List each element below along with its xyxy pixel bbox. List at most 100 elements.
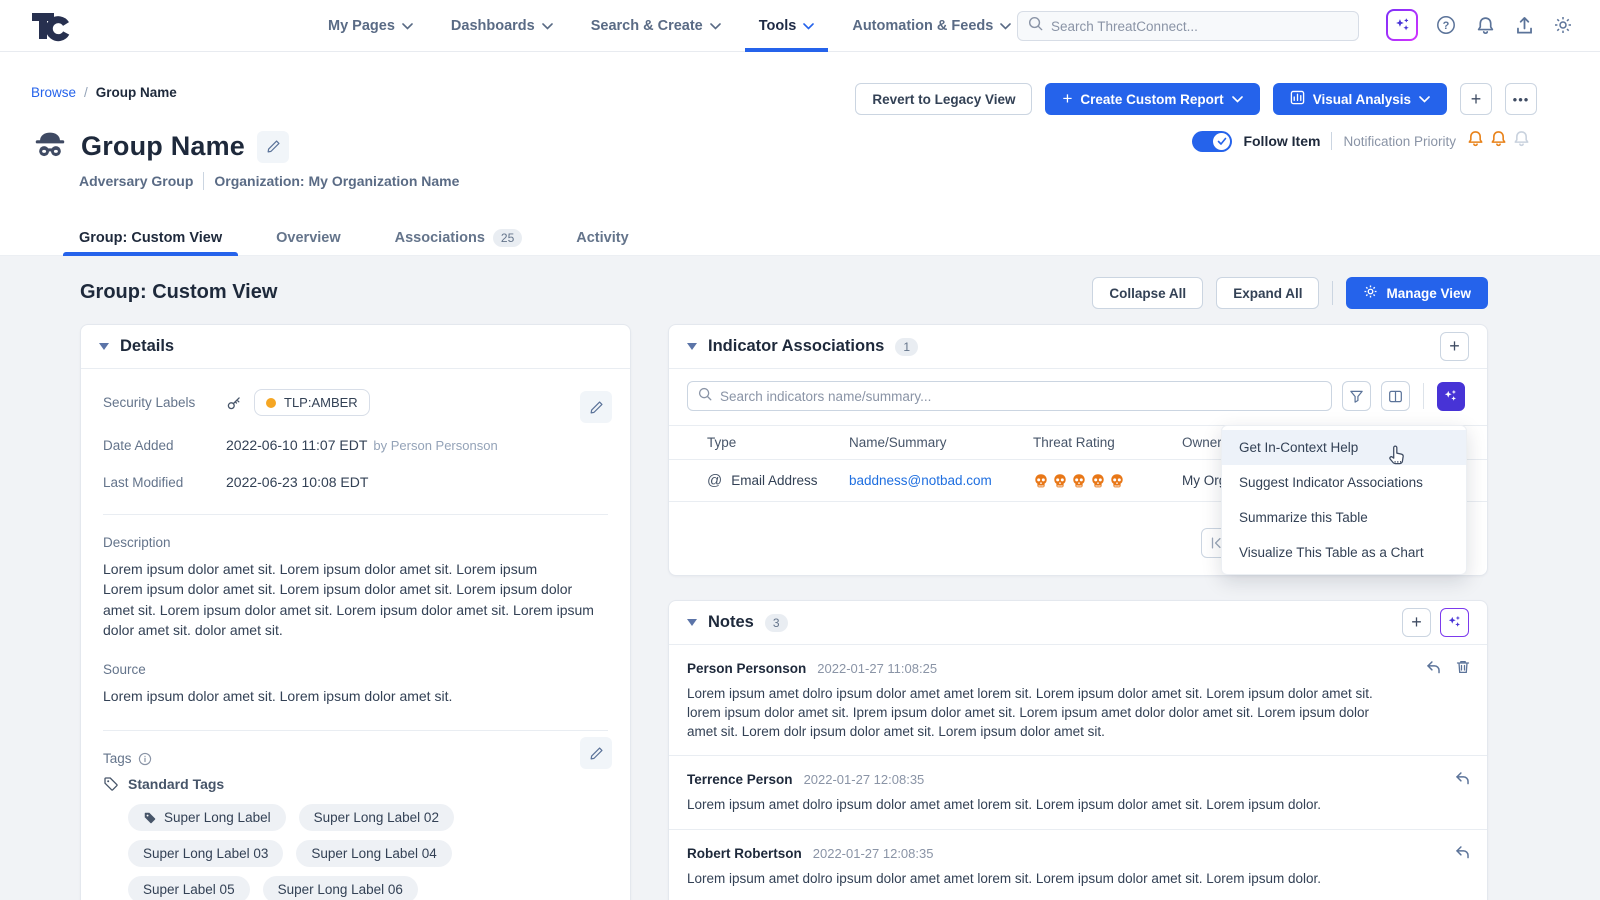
tag-pill[interactable]: Super Long Label 06 <box>263 876 418 900</box>
last-modified-value: 2022-06-23 10:08 EDT <box>226 474 368 490</box>
reply-button[interactable] <box>1454 770 1471 792</box>
skull-icon <box>1071 473 1087 489</box>
nav-my-pages[interactable]: My Pages <box>328 0 413 52</box>
plus-icon: + <box>1062 89 1072 109</box>
tag-pill[interactable]: Super Long Label 02 <box>299 804 454 831</box>
note-timestamp: 2022-01-27 11:08:25 <box>817 661 937 676</box>
ai-table-assist-button[interactable] <box>1437 382 1465 411</box>
priority-bell-icon[interactable] <box>1467 130 1484 152</box>
note-body: Lorem ipsum amet dolro ipsum dolor amet … <box>687 795 1387 814</box>
reply-button[interactable] <box>1454 844 1471 866</box>
notes-card-header: Notes 3 + <box>669 601 1487 645</box>
edit-title-button[interactable] <box>257 131 289 163</box>
follow-row: Follow Item Notification Priority <box>1192 130 1530 152</box>
note-body: Lorem ipsum amet dolro ipsum dolor amet … <box>687 869 1387 888</box>
nav-dashboards[interactable]: Dashboards <box>451 0 553 52</box>
collapse-triangle-icon[interactable] <box>687 619 697 626</box>
menu-item-get-in-context-help[interactable]: Get In-Context Help <box>1222 430 1466 465</box>
source-text: Lorem ipsum dolor amet sit. Lorem ipsum … <box>103 686 603 706</box>
settings-gear-icon[interactable] <box>1552 14 1574 36</box>
tab-overview[interactable]: Overview <box>260 220 357 255</box>
page-header: Browse / Group Name Revert to Legacy Vie… <box>0 52 1600 256</box>
note-author: Person Personson <box>687 661 806 676</box>
menu-item-suggest-indicator-associations[interactable]: Suggest Indicator Associations <box>1222 465 1466 500</box>
columns-button[interactable] <box>1381 381 1410 411</box>
details-card-title: Details <box>120 337 174 356</box>
indicator-link[interactable]: baddness@notbad.com <box>849 473 992 488</box>
ai-assistant-button[interactable] <box>1386 9 1418 41</box>
indicator-associations-title: Indicator Associations <box>708 337 884 356</box>
chart-icon <box>1290 90 1305 108</box>
tag-pill[interactable]: Super Long Label 03 <box>128 840 283 867</box>
breadcrumb-current: Group Name <box>96 85 177 100</box>
column-type[interactable]: Type <box>669 426 849 460</box>
source-label: Source <box>103 662 608 677</box>
visual-analysis-button[interactable]: Visual Analysis <box>1273 83 1447 115</box>
edit-tags-button[interactable] <box>580 737 612 769</box>
tab-associations[interactable]: Associations25 <box>379 220 539 255</box>
edit-security-labels-button[interactable] <box>580 391 612 423</box>
column-name-summary[interactable]: Name/Summary <box>849 426 1033 460</box>
priority-bell-icon[interactable] <box>1513 130 1530 152</box>
date-added-label: Date Added <box>103 438 226 453</box>
notes-card: Notes 3 + Person Personson 2022-01-27 11… <box>668 600 1488 900</box>
tag-pill[interactable]: Super Label 05 <box>128 876 250 900</box>
nav-search-create[interactable]: Search & Create <box>591 0 721 52</box>
create-custom-report-button[interactable]: + Create Custom Report <box>1045 83 1259 115</box>
date-added-value: 2022-06-10 11:07 EDT <box>226 437 367 453</box>
filter-button[interactable] <box>1342 381 1371 411</box>
collapse-triangle-icon[interactable] <box>99 343 109 350</box>
chevron-down-icon <box>542 23 553 30</box>
nav-automation-feeds[interactable]: Automation & Feeds <box>852 0 1011 52</box>
tab-group-custom-view[interactable]: Group: Custom View <box>63 220 238 255</box>
divider <box>103 730 608 731</box>
group-subtitle: Adversary Group Organization: My Organiz… <box>79 172 459 190</box>
threat-rating-skulls <box>1033 473 1182 489</box>
indicator-toolbar <box>669 369 1487 411</box>
collapse-all-button[interactable]: Collapse All <box>1092 277 1203 309</box>
global-search <box>1017 11 1359 41</box>
revert-legacy-view-button[interactable]: Revert to Legacy View <box>855 83 1032 115</box>
tag-pill[interactable]: Super Long Label 04 <box>296 840 451 867</box>
add-indicator-button[interactable]: + <box>1440 332 1469 361</box>
nav-tools[interactable]: Tools <box>759 0 815 52</box>
security-labels-label: Security Labels <box>103 395 226 410</box>
menu-item-summarize-table[interactable]: Summarize this Table <box>1222 500 1466 535</box>
notification-priority-label: Notification Priority <box>1343 134 1456 149</box>
notifications-bell-icon[interactable] <box>1474 14 1496 36</box>
tab-activity[interactable]: Activity <box>560 220 644 255</box>
menu-item-visualize-table-chart[interactable]: Visualize This Table as a Chart <box>1222 535 1466 570</box>
standard-tags-list: Super Long Label Super Long Label 02 Sup… <box>103 804 608 900</box>
expand-all-button[interactable]: Expand All <box>1216 277 1319 309</box>
manage-view-button[interactable]: Manage View <box>1346 277 1488 309</box>
breadcrumb-browse-link[interactable]: Browse <box>31 85 76 100</box>
indicator-search-input[interactable] <box>720 389 1321 404</box>
note-item: Robert Robertson 2022-01-27 12:08:35 Lor… <box>669 830 1487 900</box>
follow-item-toggle[interactable] <box>1192 131 1232 152</box>
group-type: Adversary Group <box>79 173 193 189</box>
tag-pill[interactable]: Super Long Label <box>128 804 286 831</box>
reply-button[interactable] <box>1425 659 1442 681</box>
add-button[interactable]: + <box>1460 83 1492 115</box>
notes-count-badge: 3 <box>765 614 788 632</box>
chevron-down-icon <box>710 23 721 30</box>
collapse-triangle-icon[interactable] <box>687 343 697 350</box>
tlp-amber-label[interactable]: TLP:AMBER <box>254 389 370 416</box>
search-icon <box>1028 16 1043 36</box>
delete-button[interactable] <box>1455 659 1471 681</box>
divider <box>1331 132 1332 150</box>
export-upload-icon[interactable] <box>1513 14 1535 36</box>
help-icon[interactable]: ? <box>1435 14 1457 36</box>
global-search-input[interactable] <box>1051 19 1348 34</box>
more-options-button[interactable]: ••• <box>1505 83 1537 115</box>
note-timestamp: 2022-01-27 12:08:35 <box>813 846 934 861</box>
description-text: Lorem ipsum dolor amet sit. Lorem ipsum … <box>103 559 603 640</box>
add-note-button[interactable]: + <box>1402 608 1431 637</box>
divider <box>103 514 608 515</box>
breadcrumb: Browse / Group Name <box>31 85 177 100</box>
priority-bell-icon[interactable] <box>1490 130 1507 152</box>
email-at-icon: @ <box>707 472 722 489</box>
ai-notes-assist-button[interactable] <box>1440 608 1469 637</box>
column-threat-rating[interactable]: Threat Rating <box>1033 426 1182 460</box>
threatconnect-logo[interactable] <box>30 10 70 47</box>
